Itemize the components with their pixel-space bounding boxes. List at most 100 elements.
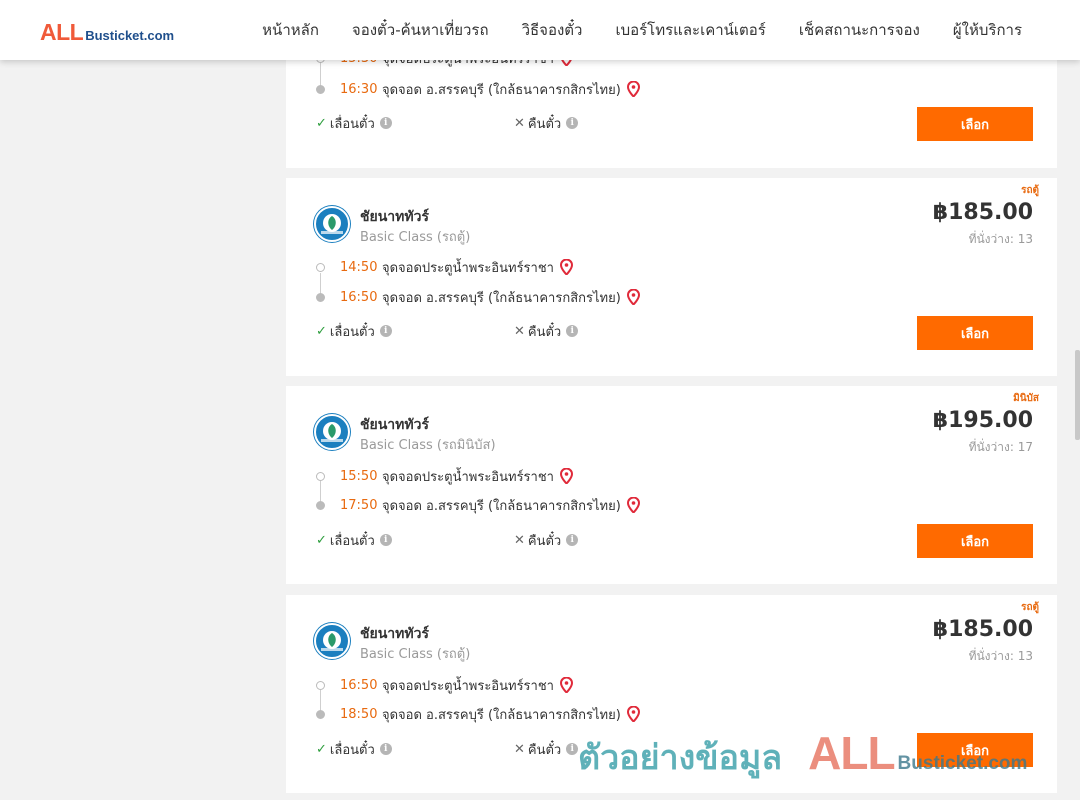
origin-dot-icon: [316, 471, 325, 481]
map-pin-icon[interactable]: [626, 706, 640, 722]
arrival-place: จุดจอด อ.สรรคบุรี (ใกล้ธนาคารกสิกรไทย): [382, 707, 621, 723]
info-icon[interactable]: i: [566, 743, 579, 755]
check-icon: ✓: [316, 741, 327, 757]
route-stop-destination: 17:50 จุดจอด อ.สรรคบุรี (ใกล้ธนาคารกสิกร…: [316, 495, 640, 515]
trip-card: รถตู้ ชัยนาททัวร์ Basic Class (รถตู้) ฿1…: [286, 595, 1057, 793]
arrival-place: จุดจอด อ.สรรคบุรี (ใกล้ธนาคารกสิกรไทย): [382, 82, 621, 98]
service-class: Basic Class (รถมินิบัส): [360, 438, 496, 453]
info-icon[interactable]: i: [566, 534, 579, 546]
site-logo[interactable]: ALL Busticket.com: [40, 19, 174, 46]
vehicle-type-badge: มินิบัส: [1013, 393, 1039, 404]
info-icon[interactable]: i: [379, 743, 392, 755]
feature-reschedule-label: เลื่อนตั๋ว: [329, 324, 375, 340]
route-stop-origin: 16:50 จุดจอดประตูน้ำพระอินทร์ราชา: [316, 675, 573, 695]
route-stop-origin: 15:50 จุดจอดประตูน้ำพระอินทร์ราชา: [316, 466, 573, 486]
origin-dot-icon: [316, 680, 325, 690]
destination-dot-icon: [316, 709, 325, 719]
nav-phone-counters[interactable]: เบอร์โทรและเคาน์เตอร์: [615, 18, 765, 42]
site-header: ALL Busticket.com หน้าหลัก จองตั๋ว-ค้นหา…: [0, 0, 1080, 60]
info-icon[interactable]: i: [379, 534, 392, 546]
cross-icon: ✕: [514, 741, 525, 757]
arrival-time: 18:50: [340, 706, 378, 722]
feature-reschedule-label: เลื่อนตั๋ว: [329, 533, 375, 549]
departure-place: จุดจอดประตูน้ำพระอินทร์ราชา: [382, 469, 554, 485]
logo-all-text: ALL: [40, 19, 84, 45]
feature-reschedule: ✓ เลื่อนตั๋ว i: [316, 531, 392, 549]
nav-how-to-book[interactable]: วิธีจองตั๋ว: [522, 18, 583, 42]
main-nav: หน้าหลัก จองตั๋ว-ค้นหาเที่ยวรถ วิธีจองตั…: [262, 0, 1022, 60]
nav-home[interactable]: หน้าหลัก: [262, 18, 319, 42]
destination-dot-icon: [316, 500, 325, 510]
trip-card: มินิบัส ชัยนาททัวร์ Basic Class (รถมินิบ…: [286, 386, 1057, 584]
map-pin-icon[interactable]: [559, 677, 573, 693]
departure-place: จุดจอดประตูน้ำพระอินทร์ราชา: [382, 260, 554, 276]
service-class: Basic Class (รถตู้): [360, 647, 471, 662]
arrival-place: จุดจอด อ.สรรคบุรี (ใกล้ธนาคารกสิกรไทย): [382, 498, 621, 514]
departure-time: 16:50: [340, 677, 378, 693]
nav-book-search[interactable]: จองตั๋ว-ค้นหาเที่ยวรถ: [352, 18, 489, 42]
route-stop-destination: 16:50 จุดจอด อ.สรรคบุรี (ใกล้ธนาคารกสิกร…: [316, 287, 640, 307]
feature-refund-label: คืนตั๋ว: [527, 116, 562, 132]
nav-booking-status[interactable]: เช็คสถานะการจอง: [799, 18, 920, 42]
info-icon[interactable]: i: [566, 117, 579, 129]
route-stop-origin: 14:50 จุดจอดประตูน้ำพระอินทร์ราชา: [316, 257, 573, 277]
trip-price: ฿195.00: [932, 408, 1033, 433]
info-icon[interactable]: i: [379, 117, 392, 129]
feature-refund: ✕ คืนตั๋ว i: [514, 531, 579, 549]
operator-name: ชัยนาททัวร์: [360, 209, 429, 225]
select-trip-button[interactable]: เลือก: [917, 524, 1033, 558]
feature-reschedule: ✓ เลื่อนตั๋ว i: [316, 740, 392, 758]
route-stop-destination: 18:50 จุดจอด อ.สรรคบุรี (ใกล้ธนาคารกสิกร…: [316, 704, 640, 724]
map-pin-icon[interactable]: [559, 259, 573, 275]
feature-refund: ✕ คืนตั๋ว i: [514, 322, 579, 340]
origin-dot-icon: [316, 262, 325, 272]
feature-refund: ✕ คืนตั๋ว i: [514, 114, 579, 132]
select-trip-button[interactable]: เลือก: [917, 733, 1033, 767]
trip-price: ฿185.00: [932, 617, 1033, 642]
map-pin-icon[interactable]: [626, 81, 640, 97]
logo-busticket-text: Busticket.com: [85, 28, 175, 43]
check-icon: ✓: [316, 115, 327, 131]
feature-reschedule-label: เลื่อนตั๋ว: [329, 116, 375, 132]
departure-place: จุดจอดประตูน้ำพระอินทร์ราชา: [382, 678, 554, 694]
scrollbar-thumb[interactable]: [1075, 350, 1080, 440]
arrival-time: 17:50: [340, 497, 378, 513]
trip-price: ฿185.00: [932, 200, 1033, 225]
route-stop-destination: 16:30 จุดจอด อ.สรรคบุรี (ใกล้ธนาคารกสิกร…: [316, 79, 640, 99]
feature-reschedule: ✓ เลื่อนตั๋ว i: [316, 114, 392, 132]
info-icon[interactable]: i: [379, 325, 392, 337]
cross-icon: ✕: [514, 323, 525, 339]
operator-logo: [314, 623, 350, 659]
map-pin-icon[interactable]: [626, 289, 640, 305]
cross-icon: ✕: [514, 115, 525, 131]
info-icon[interactable]: i: [566, 325, 579, 337]
arrival-time: 16:30: [340, 81, 378, 97]
operator-name: ชัยนาททัวร์: [360, 626, 429, 642]
seats-available: ที่นั่งว่าง: 17: [968, 440, 1033, 454]
departure-time: 14:50: [340, 259, 378, 275]
feature-refund-label: คืนตั๋ว: [527, 324, 562, 340]
operator-logo: [314, 414, 350, 450]
map-pin-icon[interactable]: [559, 468, 573, 484]
check-icon: ✓: [316, 532, 327, 548]
service-class: Basic Class (รถตู้): [360, 230, 471, 245]
feature-refund: ✕ คืนตั๋ว i: [514, 740, 579, 758]
trip-card: รถตู้ ชัยนาททัวร์ Basic Class (รถตู้) ฿1…: [286, 178, 1057, 376]
departure-time: 15:50: [340, 468, 378, 484]
seats-available: ที่นั่งว่าง: 13: [968, 649, 1033, 663]
feature-refund-label: คืนตั๋ว: [527, 533, 562, 549]
arrival-place: จุดจอด อ.สรรคบุรี (ใกล้ธนาคารกสิกรไทย): [382, 290, 621, 306]
feature-reschedule-label: เลื่อนตั๋ว: [329, 742, 375, 758]
map-pin-icon[interactable]: [626, 497, 640, 513]
select-trip-button[interactable]: เลือก: [917, 107, 1033, 141]
select-trip-button[interactable]: เลือก: [917, 316, 1033, 350]
vehicle-type-badge: รถตู้: [1021, 185, 1039, 196]
operator-name: ชัยนาททัวร์: [360, 417, 429, 433]
destination-dot-icon: [316, 292, 325, 302]
nav-operators[interactable]: ผู้ให้บริการ: [953, 18, 1022, 42]
feature-reschedule: ✓ เลื่อนตั๋ว i: [316, 322, 392, 340]
check-icon: ✓: [316, 323, 327, 339]
vehicle-type-badge: รถตู้: [1021, 602, 1039, 613]
seats-available: ที่นั่งว่าง: 13: [968, 232, 1033, 246]
operator-logo: [314, 206, 350, 242]
